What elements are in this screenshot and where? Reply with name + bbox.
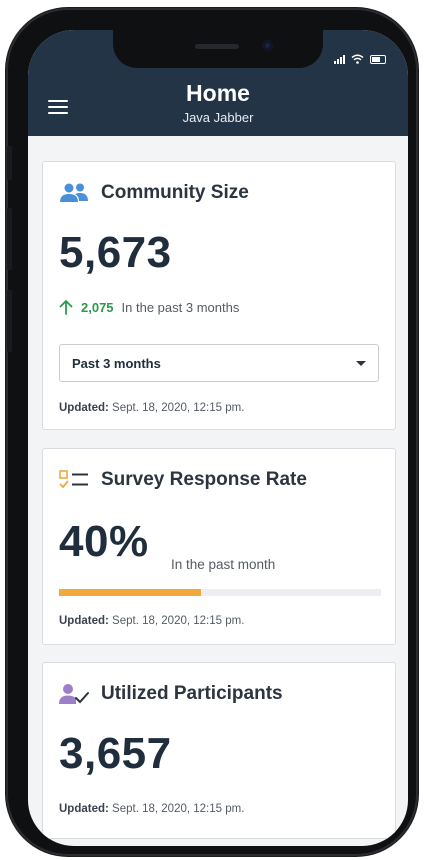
camera-icon bbox=[262, 40, 273, 51]
period-select[interactable]: Past 3 months bbox=[59, 344, 379, 382]
utilized-participants-title: Utilized Participants bbox=[101, 683, 283, 704]
survey-response-card: Survey Response Rate 40% In the past mon… bbox=[42, 448, 396, 645]
caret-down-icon bbox=[356, 360, 366, 366]
speaker-grille bbox=[195, 44, 239, 49]
signal-icon bbox=[334, 55, 345, 64]
period-select-value: Past 3 months bbox=[72, 355, 161, 371]
updated-time: Sept. 18, 2020, 12:15 pm. bbox=[112, 615, 245, 627]
utilized-participants-value: 3,657 bbox=[59, 729, 172, 778]
community-trend: 2,075 In the past 3 months bbox=[59, 300, 239, 315]
updated-label: Updated: bbox=[59, 615, 109, 627]
survey-progress-fill bbox=[59, 589, 201, 596]
page-title: Home bbox=[186, 80, 250, 106]
trend-value: 2,075 bbox=[81, 300, 114, 315]
survey-progress-bar bbox=[59, 589, 381, 596]
checklist-icon bbox=[59, 470, 88, 489]
community-name: Java Jabber bbox=[182, 110, 254, 125]
people-icon bbox=[60, 183, 88, 202]
utilized-participants-card: Utilized Participants 3,657 Updated: Sep… bbox=[42, 662, 396, 839]
community-size-card: Community Size 5,673 2,075 In the past 3… bbox=[42, 161, 396, 430]
survey-response-value: 40% bbox=[59, 517, 149, 566]
status-bar bbox=[334, 54, 386, 64]
arrow-up-icon bbox=[59, 300, 73, 315]
battery-icon bbox=[370, 55, 386, 64]
community-size-title: Community Size bbox=[101, 182, 249, 203]
updated-label: Updated: bbox=[59, 402, 109, 414]
phone-notch bbox=[113, 30, 323, 68]
survey-response-title: Survey Response Rate bbox=[101, 469, 307, 490]
app-header: Home Java Jabber bbox=[28, 30, 408, 136]
user-check-icon bbox=[59, 684, 89, 704]
community-updated: Updated: Sept. 18, 2020, 12:15 pm. bbox=[59, 402, 244, 414]
survey-updated: Updated: Sept. 18, 2020, 12:15 pm. bbox=[59, 615, 244, 627]
volume-down-button bbox=[7, 290, 12, 352]
wifi-icon bbox=[351, 54, 364, 64]
phone-frame: Home Java Jabber Community Size 5,673 2,… bbox=[6, 8, 418, 856]
trend-description: In the past 3 months bbox=[121, 300, 240, 315]
app-screen: Home Java Jabber Community Size 5,673 2,… bbox=[28, 30, 408, 846]
participants-updated: Updated: Sept. 18, 2020, 12:15 pm. bbox=[59, 803, 244, 815]
updated-time: Sept. 18, 2020, 12:15 pm. bbox=[112, 402, 245, 414]
community-size-value: 5,673 bbox=[59, 228, 172, 277]
updated-label: Updated: bbox=[59, 803, 109, 815]
updated-time: Sept. 18, 2020, 12:15 pm. bbox=[112, 803, 245, 815]
survey-response-note: In the past month bbox=[171, 557, 276, 572]
volume-up-button bbox=[7, 208, 12, 270]
mute-switch bbox=[7, 146, 12, 180]
